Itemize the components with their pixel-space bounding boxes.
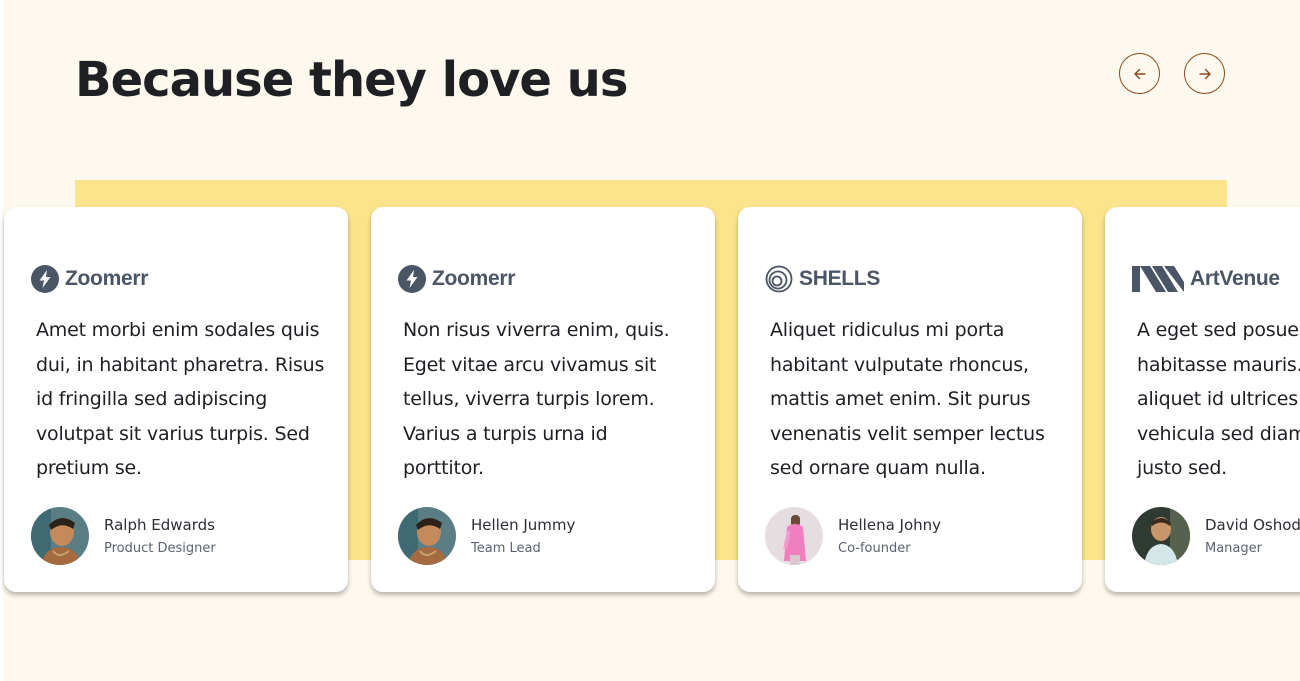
company-name: Zoomerr <box>65 267 149 290</box>
testimonial-card: Zoomerr Amet morbi enim sodales quis dui… <box>4 207 348 592</box>
avatar <box>31 507 89 565</box>
author-role: Manager <box>1205 541 1262 556</box>
author-name: Hellen Jummy <box>471 516 576 534</box>
author-name: Hellena Johny <box>838 516 942 534</box>
company-logo: SHELLS <box>765 264 880 294</box>
avatar <box>765 507 823 565</box>
author-role: Product Designer <box>104 541 216 556</box>
testimonial-quote: Aliquet ridiculus mi porta habitant vulp… <box>770 319 1045 480</box>
bolt-circle-icon <box>31 265 59 293</box>
author-role: Team Lead <box>471 541 541 556</box>
author-name: Ralph Edwards <box>104 516 215 534</box>
testimonial-carousel: Zoomerr Amet morbi enim sodales quis dui… <box>0 0 1300 681</box>
author-role: Co-founder <box>838 541 911 556</box>
testimonial-card: ArtVenue A eget sed posuere dui habitass… <box>1105 207 1300 592</box>
company-logo: ArtVenue <box>1132 264 1280 294</box>
avatar <box>1132 507 1190 565</box>
spiral-shell-icon <box>765 265 793 293</box>
company-name: Zoomerr <box>432 267 516 290</box>
testimonial-quote: Non risus viverra enim, quis. Eget vitae… <box>403 319 670 480</box>
testimonial-quote: A eget sed posuere dui habitasse mauris.… <box>1137 319 1300 480</box>
company-name: SHELLS <box>799 267 881 290</box>
bolt-circle-icon <box>398 265 426 293</box>
testimonial-card: SHELLS Aliquet ridiculus mi porta habita… <box>738 207 1082 592</box>
company-logo: Zoomerr <box>31 264 148 294</box>
testimonial-card: Zoomerr Non risus viverra enim, quis. Eg… <box>371 207 715 592</box>
company-name: ArtVenue <box>1190 267 1280 290</box>
testimonial-quote: Amet morbi enim sodales quis dui, in hab… <box>36 319 325 480</box>
artvenue-stripes-icon <box>1132 266 1184 292</box>
company-logo: Zoomerr <box>398 264 515 294</box>
avatar <box>398 507 456 565</box>
author-name: David Oshodi <box>1205 516 1300 534</box>
